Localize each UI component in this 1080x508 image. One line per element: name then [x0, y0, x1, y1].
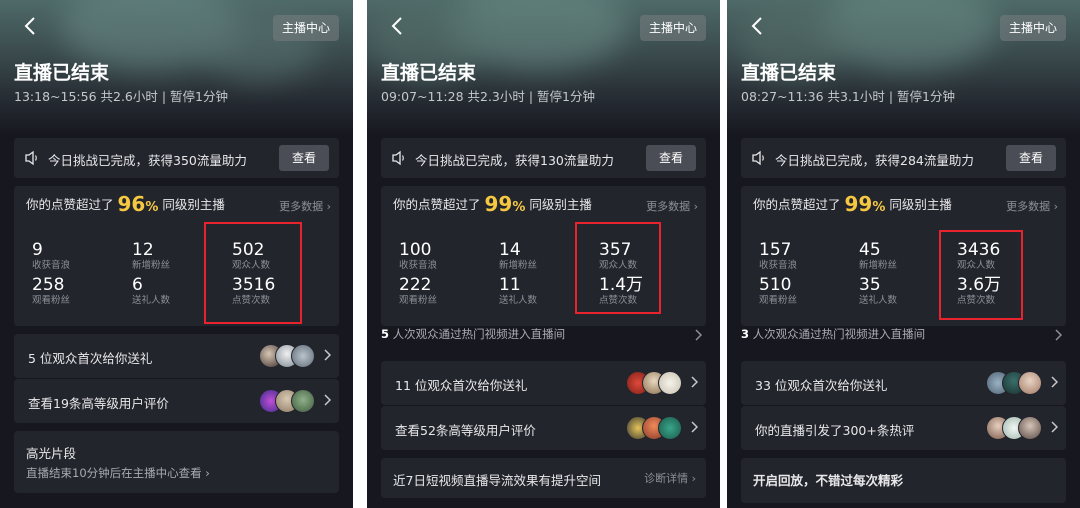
avatar-group	[259, 344, 315, 368]
stat-gifters: 11 送礼人数	[499, 275, 538, 306]
stats-card: 你的点赞超过了 96% 同级别主播 更多数据 › 9 收获音浪 12 新增粉丝 50…	[14, 186, 339, 326]
stats-card: 你的点赞超过了 99% 同级别主播 更多数据 › 157 收获音浪 45 新增粉丝 …	[741, 186, 1066, 326]
view-button[interactable]: 查看	[279, 145, 329, 171]
avatar	[291, 344, 315, 368]
stat-new-fans: 12 新增粉丝	[132, 240, 171, 271]
chevron-right-icon	[324, 394, 331, 406]
avatar-group	[986, 371, 1042, 395]
stat-gift-value: 157 收获音浪	[759, 240, 798, 271]
highlight-clips-card[interactable]: 高光片段 直播结束10分钟后在主播中心查看 ›	[14, 431, 339, 493]
chevron-right-icon	[1055, 329, 1062, 341]
diagnose-link[interactable]: 诊断详情 ›	[644, 470, 696, 486]
more-data-link[interactable]: 更多数据 ›	[646, 198, 698, 214]
chevron-right-icon	[691, 376, 698, 388]
section-subtitle: 直播结束10分钟后在主播中心查看 ›	[26, 466, 210, 480]
live-summary-panel-2: 主播中心 直播已结束 09:07~11:28 共2.3小时 | 暂停1分钟 今日…	[367, 0, 720, 508]
stat-gift-value: 9 收获音浪	[32, 240, 71, 271]
avatar-group	[626, 416, 682, 440]
hot-video-hint[interactable]: 3 人次观众通过热门视频进入直播间	[741, 326, 1066, 344]
challenge-notice: 今日挑战已完成，获得284流量助力 查看	[741, 138, 1066, 178]
avatar	[1018, 416, 1042, 440]
section-title: 开启回放，不错过每次精彩	[753, 473, 904, 488]
stat-fan-viewers: 510 观看粉丝	[759, 275, 798, 306]
chevron-right-icon	[695, 329, 702, 341]
view-button[interactable]: 查看	[646, 145, 696, 171]
hot-comments-row[interactable]: 你的直播引发了300+条热评	[741, 406, 1066, 450]
chevron-left-icon	[751, 17, 762, 35]
page-title: 直播已结束	[14, 62, 110, 84]
host-center-button[interactable]: 主播中心	[999, 15, 1066, 41]
chevron-right-icon	[1051, 421, 1058, 433]
live-duration: 08:27~11:36 共3.1小时 | 暂停1分钟	[741, 89, 955, 104]
reviews-row[interactable]: 查看52条高等级用户评价	[381, 406, 706, 450]
notice-text: 今日挑战已完成，获得130流量助力	[415, 153, 614, 168]
back-button[interactable]	[745, 12, 769, 40]
view-button[interactable]: 查看	[1006, 145, 1056, 171]
stat-fan-viewers: 258 观看粉丝	[32, 275, 71, 306]
page-title: 直播已结束	[741, 62, 837, 84]
highlight-box	[204, 222, 302, 324]
hot-video-hint[interactable]: 5 人次观众通过热门视频进入直播间	[381, 326, 706, 344]
diagnose-row[interactable]: 近7日短视频直播导流效果有提升空间 诊断详情 ›	[381, 458, 706, 498]
likes-percent: 99%	[844, 192, 886, 216]
chevron-left-icon	[24, 17, 35, 35]
live-duration: 09:07~11:28 共2.3小时 | 暂停1分钟	[381, 89, 595, 104]
back-button[interactable]	[385, 12, 409, 40]
first-gift-row[interactable]: 33 位观众首次给你送礼	[741, 361, 1066, 405]
notice-text: 今日挑战已完成，获得284流量助力	[775, 153, 974, 168]
avatar-group	[986, 416, 1042, 440]
likes-percent: 99%	[484, 192, 526, 216]
likes-rank: 你的点赞超过了 99% 同级别主播	[753, 192, 952, 216]
challenge-notice: 今日挑战已完成，获得350流量助力 查看	[14, 138, 339, 178]
host-center-button[interactable]: 主播中心	[639, 15, 706, 41]
stats-card: 你的点赞超过了 99% 同级别主播 更多数据 › 100 收获音浪 14 新增粉丝 …	[381, 186, 706, 326]
avatar-group	[626, 371, 682, 395]
stat-fan-viewers: 222 观看粉丝	[399, 275, 438, 306]
page-title: 直播已结束	[381, 62, 477, 84]
chevron-left-icon	[391, 17, 402, 35]
stat-gifters: 6 送礼人数	[132, 275, 171, 306]
back-button[interactable]	[18, 12, 42, 40]
reviews-row[interactable]: 查看19条高等级用户评价	[14, 379, 339, 423]
chevron-right-icon	[324, 349, 331, 361]
stat-new-fans: 14 新增粉丝	[499, 240, 538, 271]
notice-text: 今日挑战已完成，获得350流量助力	[48, 153, 247, 168]
likes-rank: 你的点赞超过了 96% 同级别主播	[26, 192, 225, 216]
avatar	[1018, 371, 1042, 395]
section-title: 高光片段	[26, 446, 77, 461]
more-data-link[interactable]: 更多数据 ›	[279, 198, 331, 214]
live-duration: 13:18~15:56 共2.6小时 | 暂停1分钟	[14, 89, 228, 104]
chevron-right-icon	[691, 421, 698, 433]
stat-gifters: 35 送礼人数	[859, 275, 898, 306]
first-gift-row[interactable]: 11 位观众首次给你送礼	[381, 361, 706, 405]
likes-percent: 96%	[117, 192, 159, 216]
speaker-icon	[752, 150, 764, 166]
host-center-button[interactable]: 主播中心	[272, 15, 339, 41]
avatar	[658, 416, 682, 440]
avatar	[658, 371, 682, 395]
likes-rank: 你的点赞超过了 99% 同级别主播	[393, 192, 592, 216]
live-summary-panel-3: 主播中心 直播已结束 08:27~11:36 共3.1小时 | 暂停1分钟 今日…	[727, 0, 1080, 508]
speaker-icon	[25, 150, 37, 166]
more-data-link[interactable]: 更多数据 ›	[1006, 198, 1058, 214]
challenge-notice: 今日挑战已完成，获得130流量助力 查看	[381, 138, 706, 178]
highlight-box	[939, 230, 1023, 320]
stat-new-fans: 45 新增粉丝	[859, 240, 898, 271]
avatar	[291, 389, 315, 413]
avatar-group	[259, 389, 315, 413]
replay-card[interactable]: 开启回放，不错过每次精彩	[741, 458, 1066, 503]
first-gift-row[interactable]: 5 位观众首次给你送礼	[14, 334, 339, 378]
chevron-right-icon	[1051, 376, 1058, 388]
highlight-box	[575, 222, 661, 314]
live-summary-panel-1: 主播中心 直播已结束 13:18~15:56 共2.6小时 | 暂停1分钟 今日…	[0, 0, 353, 508]
stat-gift-value: 100 收获音浪	[399, 240, 438, 271]
speaker-icon	[392, 150, 404, 166]
